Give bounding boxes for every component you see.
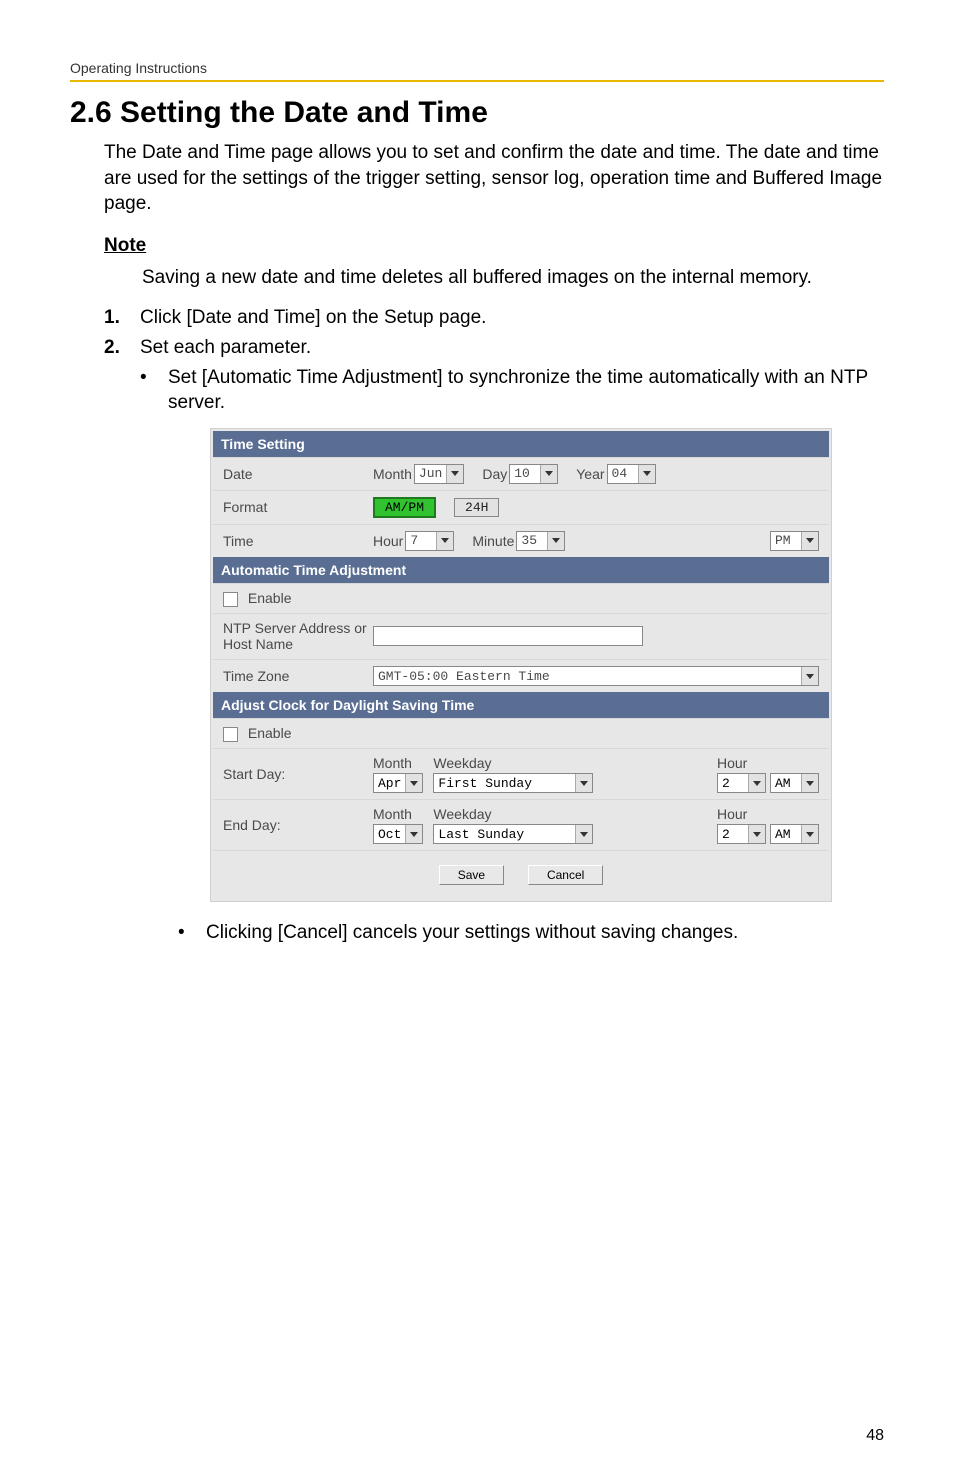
page-header: Operating Instructions bbox=[70, 60, 884, 80]
minute-dropdown[interactable]: 35 bbox=[516, 531, 565, 551]
end-month-dropdown[interactable]: Oct bbox=[373, 824, 423, 844]
chevron-down-icon[interactable] bbox=[801, 532, 818, 550]
day-dropdown[interactable]: 10 bbox=[509, 464, 558, 484]
note-text: Saving a new date and time deletes all b… bbox=[70, 265, 884, 291]
hour-dropdown[interactable]: 7 bbox=[405, 531, 454, 551]
start-hour-caption: Hour bbox=[717, 755, 819, 771]
chevron-down-icon[interactable] bbox=[436, 532, 453, 550]
step-1: 1. Click [Date and Time] on the Setup pa… bbox=[104, 307, 884, 329]
end-hour-caption: Hour bbox=[717, 806, 819, 822]
end-hour-dropdown[interactable]: 2 bbox=[717, 824, 766, 844]
format-label: Format bbox=[223, 499, 373, 515]
post-bullet-text: Clicking [Cancel] cancels your settings … bbox=[206, 922, 738, 944]
start-month-caption: Month bbox=[373, 755, 423, 771]
start-ampm-dropdown[interactable]: AM bbox=[770, 773, 819, 793]
step-2-text: Set each parameter. bbox=[140, 337, 311, 358]
step-2-sub: • Set [Automatic Time Adjustment] to syn… bbox=[140, 365, 884, 416]
chevron-down-icon[interactable] bbox=[446, 465, 463, 483]
chevron-down-icon[interactable] bbox=[801, 774, 818, 792]
step-2-number: 2. bbox=[104, 337, 140, 914]
step-1-number: 1. bbox=[104, 307, 140, 329]
dst-enable-row: Enable bbox=[213, 718, 829, 748]
month-label: Month bbox=[373, 466, 412, 482]
minute-label: Minute bbox=[472, 533, 514, 549]
end-day-label: End Day: bbox=[223, 817, 373, 833]
chevron-down-icon[interactable] bbox=[801, 667, 818, 685]
chevron-down-icon[interactable] bbox=[547, 532, 564, 550]
end-weekday-caption: Weekday bbox=[433, 806, 707, 822]
auto-enable-checkbox[interactable] bbox=[223, 592, 238, 607]
hour-label: Hour bbox=[373, 533, 403, 549]
ampm-dropdown[interactable]: PM bbox=[770, 531, 819, 551]
chevron-down-icon[interactable] bbox=[405, 825, 422, 843]
header-rule bbox=[70, 80, 884, 82]
end-weekday-dropdown[interactable]: Last Sunday bbox=[433, 824, 593, 844]
ampm-button[interactable]: AM/PM bbox=[373, 497, 436, 518]
end-month-caption: Month bbox=[373, 806, 423, 822]
chevron-down-icon[interactable] bbox=[748, 825, 765, 843]
chevron-down-icon[interactable] bbox=[405, 774, 422, 792]
save-button[interactable]: Save bbox=[439, 865, 504, 885]
year-label: Year bbox=[576, 466, 604, 482]
tz-dropdown[interactable]: GMT-05:00 Eastern Time bbox=[373, 666, 819, 686]
page-number: 48 bbox=[866, 1427, 884, 1445]
start-month-dropdown[interactable]: Apr bbox=[373, 773, 423, 793]
chevron-down-icon[interactable] bbox=[801, 825, 818, 843]
time-label: Time bbox=[223, 533, 373, 549]
chevron-down-icon[interactable] bbox=[638, 465, 655, 483]
cancel-button[interactable]: Cancel bbox=[528, 865, 603, 885]
note-heading: Note bbox=[70, 235, 884, 257]
chevron-down-icon[interactable] bbox=[540, 465, 557, 483]
step-2-sub-text: Set [Automatic Time Adjustment] to synch… bbox=[168, 365, 884, 416]
tz-label: Time Zone bbox=[223, 668, 373, 684]
start-hour-dropdown[interactable]: 2 bbox=[717, 773, 766, 793]
day-label: Day bbox=[482, 466, 507, 482]
start-day-label: Start Day: bbox=[223, 766, 373, 782]
start-day-row: Start Day: Month Apr Weekday bbox=[213, 748, 829, 799]
intro-paragraph: The Date and Time page allows you to set… bbox=[70, 140, 884, 217]
tz-row: Time Zone GMT-05:00 Eastern Time bbox=[213, 659, 829, 692]
chevron-down-icon[interactable] bbox=[575, 774, 592, 792]
auto-enable-row: Enable bbox=[213, 583, 829, 613]
chevron-down-icon[interactable] bbox=[748, 774, 765, 792]
dst-enable-label: Enable bbox=[248, 725, 292, 741]
button-row: Save Cancel bbox=[213, 850, 829, 899]
month-dropdown[interactable]: Jun bbox=[414, 464, 464, 484]
ntp-input[interactable] bbox=[373, 626, 643, 646]
end-ampm-dropdown[interactable]: AM bbox=[770, 824, 819, 844]
step-2: 2. Set each parameter. • Set [Automatic … bbox=[104, 337, 884, 914]
chevron-down-icon[interactable] bbox=[575, 825, 592, 843]
dst-enable-checkbox[interactable] bbox=[223, 727, 238, 742]
date-row: Date Month Jun Day bbox=[213, 457, 829, 490]
end-day-row: End Day: Month Oct Weekday bbox=[213, 799, 829, 850]
time-row: Time Hour 7 Minute bbox=[213, 524, 829, 557]
start-weekday-caption: Weekday bbox=[433, 755, 707, 771]
settings-panel: Time Setting Date Month Jun bbox=[210, 428, 832, 902]
date-label: Date bbox=[223, 466, 373, 482]
ntp-label: NTP Server Address or Host Name bbox=[223, 620, 373, 654]
ntp-row: NTP Server Address or Host Name bbox=[213, 613, 829, 660]
24h-button[interactable]: 24H bbox=[454, 498, 499, 517]
auto-enable-label: Enable bbox=[248, 590, 292, 606]
time-setting-header: Time Setting bbox=[213, 431, 829, 457]
auto-adjust-header: Automatic Time Adjustment bbox=[213, 557, 829, 583]
format-row: Format AM/PM 24H bbox=[213, 490, 829, 524]
year-dropdown[interactable]: 04 bbox=[607, 464, 656, 484]
section-title: 2.6 Setting the Date and Time bbox=[70, 96, 884, 130]
post-bullet: • Clicking [Cancel] cancels your setting… bbox=[178, 922, 884, 944]
start-weekday-dropdown[interactable]: First Sunday bbox=[433, 773, 593, 793]
step-1-text: Click [Date and Time] on the Setup page. bbox=[140, 307, 884, 329]
dst-header: Adjust Clock for Daylight Saving Time bbox=[213, 692, 829, 718]
